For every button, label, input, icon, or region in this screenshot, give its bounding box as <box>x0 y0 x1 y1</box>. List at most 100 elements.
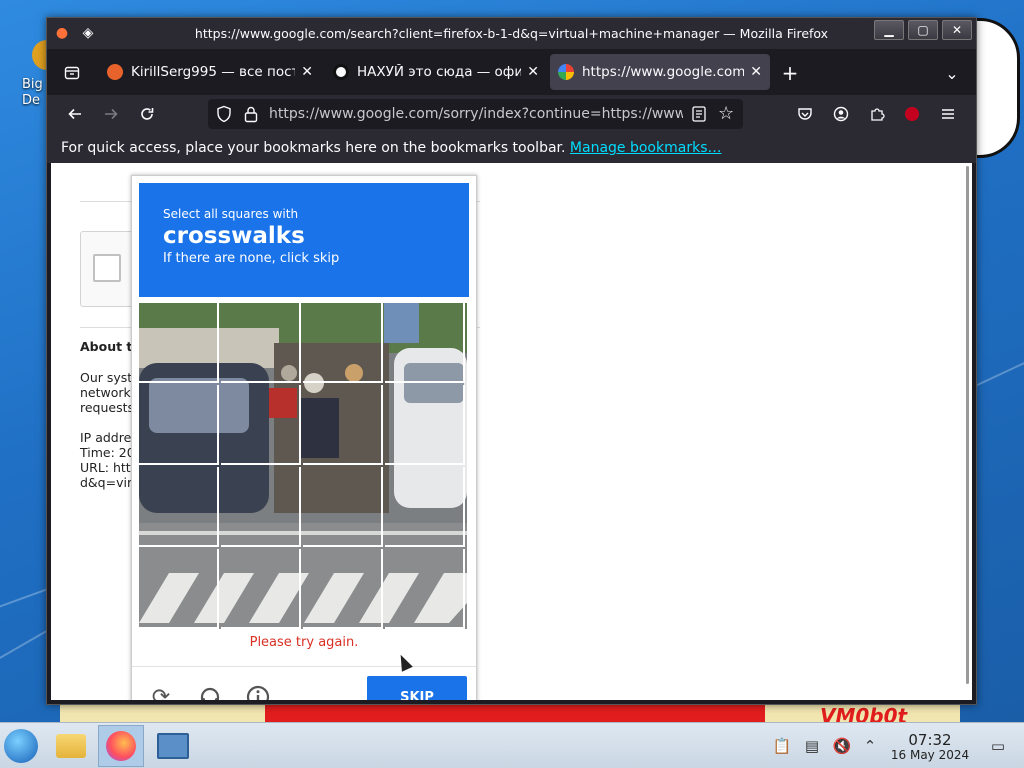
tab-close-icon[interactable]: ✕ <box>301 64 313 80</box>
captcha-tile[interactable] <box>303 549 383 629</box>
clock[interactable]: 07:32 16 May 2024 <box>888 732 972 762</box>
ublock-origin-button[interactable] <box>899 101 925 127</box>
new-tab-button[interactable]: + <box>775 58 805 88</box>
start-menu-button[interactable] <box>4 729 38 763</box>
manage-bookmarks-link[interactable]: Manage bookmarks… <box>570 140 722 156</box>
skip-button[interactable]: SKIP <box>367 676 467 700</box>
captcha-tile[interactable] <box>303 303 383 383</box>
captcha-tile[interactable] <box>139 467 219 547</box>
hamburger-menu-icon <box>942 109 954 119</box>
recaptcha-checkbox[interactable] <box>93 254 121 282</box>
captcha-challenge: Select all squares with crosswalks If th… <box>131 175 477 700</box>
extensions-button[interactable] <box>864 101 890 127</box>
audio-challenge-icon[interactable] <box>197 684 223 700</box>
captcha-tile[interactable] <box>303 385 383 465</box>
tab-favicon-icon <box>107 64 123 80</box>
captcha-tile[interactable] <box>221 303 301 383</box>
captcha-tile[interactable] <box>221 385 301 465</box>
captcha-tile[interactable] <box>385 549 465 629</box>
tracking-protection-shield-icon[interactable] <box>216 105 232 127</box>
captcha-tile[interactable] <box>385 385 465 465</box>
back-button[interactable] <box>62 101 88 127</box>
captcha-instruction: Select all squares with <box>163 207 299 221</box>
captcha-tile[interactable] <box>221 467 301 547</box>
url-text[interactable]: https://www.google.com/sorry/index?conti… <box>269 106 683 122</box>
reload-challenge-icon[interactable]: ⟳ <box>148 684 174 701</box>
firefox-window: ● ◈ https://www.google.com/search?client… <box>46 17 977 705</box>
system-settings-icon <box>157 733 189 759</box>
tab-close-icon[interactable]: ✕ <box>750 64 762 80</box>
bookmarks-hint-text: For quick access, place your bookmarks h… <box>61 140 566 156</box>
tab-kirillserg[interactable]: KirillSerg995 — все пост ✕ <box>99 54 321 90</box>
ublock-origin-icon <box>905 107 919 121</box>
show-hidden-icons-chevron-icon[interactable]: ⌃ <box>859 735 881 757</box>
google-favicon-icon <box>558 64 574 80</box>
account-button[interactable] <box>828 101 854 127</box>
notes-tray-icon[interactable]: ▤ <box>801 735 823 757</box>
captcha-target: crosswalks <box>163 223 305 249</box>
reload-button[interactable] <box>134 101 160 127</box>
minimize-button[interactable]: ▁ <box>874 20 904 40</box>
lock-icon[interactable] <box>244 105 258 127</box>
vertical-scrollbar[interactable] <box>966 166 969 684</box>
volume-muted-icon[interactable]: 🔇 <box>831 735 853 757</box>
captcha-footer-divider <box>132 666 476 667</box>
firefox-icon <box>106 731 136 761</box>
captcha-tile[interactable] <box>221 549 301 629</box>
time-text: Time: 20 <box>80 445 135 460</box>
captcha-error-message: Please try again. <box>249 635 359 650</box>
firefox-view-button[interactable] <box>57 58 87 88</box>
tab-label: НАХУЙ это сюда — офи <box>357 64 522 80</box>
show-desktop-icon[interactable]: ▭ <box>987 735 1009 757</box>
bookmark-star-icon[interactable]: ☆ <box>718 103 734 124</box>
close-window-button[interactable]: ✕ <box>942 20 972 40</box>
bookmarks-toolbar: For quick access, place your bookmarks h… <box>47 133 976 163</box>
tab-nahui[interactable]: НАХУЙ это сюда — офи ✕ <box>325 54 547 90</box>
navigation-toolbar: https://www.google.com/sorry/index?conti… <box>47 95 976 133</box>
wallpaper-red-shape <box>265 702 765 722</box>
captcha-tile[interactable] <box>303 467 383 547</box>
captcha-tile[interactable] <box>139 303 219 383</box>
forward-button[interactable] <box>98 101 124 127</box>
pocket-icon <box>798 108 812 120</box>
taskbar: 📋 ▤ 🔇 ⌃ 07:32 16 May 2024 ▭ <box>0 722 1024 768</box>
clipboard-tray-icon[interactable]: 📋 <box>771 735 793 757</box>
captcha-tile[interactable] <box>139 385 219 465</box>
app-menu-button[interactable] <box>935 101 961 127</box>
puzzle-piece-icon <box>871 108 885 121</box>
sorry-text: network. <box>80 385 135 400</box>
title-bar[interactable]: ● ◈ https://www.google.com/search?client… <box>47 18 976 49</box>
captcha-hint: If there are none, click skip <box>163 251 340 266</box>
captcha-tile[interactable] <box>385 303 465 383</box>
captcha-header: Select all squares with crosswalks If th… <box>139 183 469 297</box>
url-info-text: URL: http <box>80 460 139 475</box>
maximize-button[interactable]: ▢ <box>908 20 938 40</box>
taskbar-system-settings[interactable] <box>150 725 196 767</box>
pocket-button[interactable] <box>792 101 818 127</box>
window-title: https://www.google.com/search?client=fir… <box>194 26 829 41</box>
tab-strip: KirillSerg995 — все пост ✕ НАХУЙ это сюд… <box>47 49 976 95</box>
url-bar[interactable]: https://www.google.com/sorry/index?conti… <box>208 99 743 129</box>
captcha-image-grid <box>139 303 467 629</box>
ip-address-text: IP addres <box>80 430 138 445</box>
account-icon <box>833 106 849 122</box>
taskbar-file-manager[interactable] <box>48 725 94 767</box>
clock-date: 16 May 2024 <box>890 748 970 762</box>
tab-label: https://www.google.com/ <box>582 64 745 80</box>
wallpaper-tag: VM0b0t <box>820 704 908 722</box>
info-icon[interactable] <box>245 684 271 700</box>
tab-favicon-icon <box>333 64 349 80</box>
reload-icon <box>141 108 154 120</box>
clock-time: 07:32 <box>908 731 952 749</box>
folder-icon <box>56 734 86 758</box>
list-all-tabs-button[interactable]: ⌄ <box>937 58 967 88</box>
tab-close-icon[interactable]: ✕ <box>527 64 539 80</box>
sorry-text: requests <box>80 400 135 415</box>
captcha-tile[interactable] <box>385 467 465 547</box>
tab-google[interactable]: https://www.google.com/ ✕ <box>550 54 770 90</box>
forward-arrow-icon <box>105 108 118 120</box>
reader-view-icon[interactable] <box>692 106 706 126</box>
taskbar-firefox[interactable] <box>98 725 144 767</box>
captcha-tile[interactable] <box>139 549 219 629</box>
firefox-view-icon <box>64 66 80 80</box>
